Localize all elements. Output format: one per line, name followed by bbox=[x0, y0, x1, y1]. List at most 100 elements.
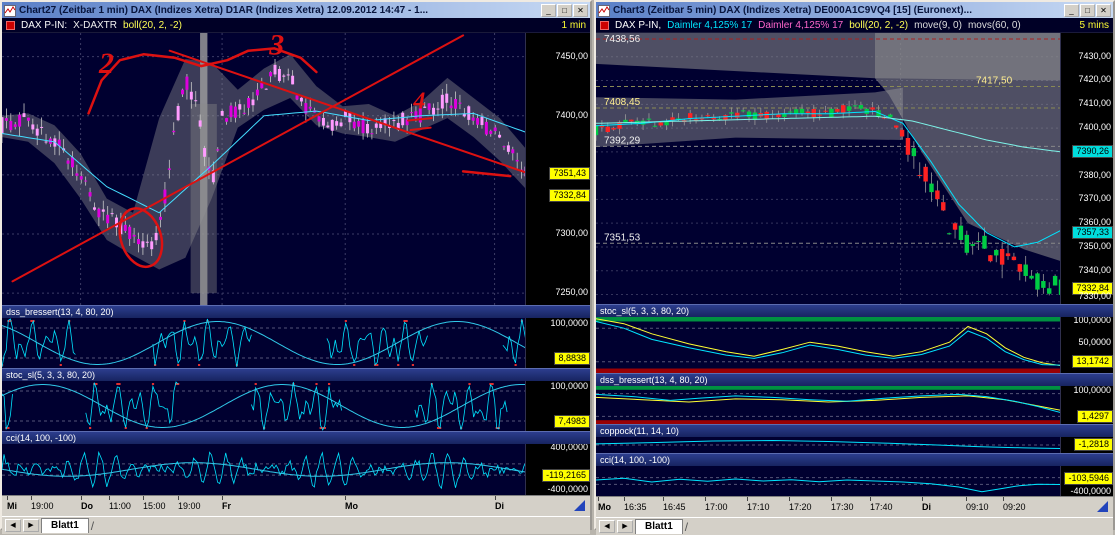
time-label: Di bbox=[495, 501, 504, 511]
axis-label: -1,2818 bbox=[1074, 438, 1113, 451]
indicator-name: stoc_sl(5, 3, 3, 80, 20) bbox=[6, 370, 96, 380]
indicator-header-coppock: coppock(11, 14, 10) bbox=[596, 424, 1113, 437]
indicator-header-cci: cci(14, 100, -100) bbox=[596, 453, 1113, 466]
time-label: 09:20 bbox=[1003, 502, 1026, 512]
tab-prev-button[interactable]: ◀ bbox=[599, 520, 615, 533]
instrument-icon bbox=[6, 20, 15, 30]
axis-label: -119,2165 bbox=[542, 469, 590, 482]
axis-label: 400,0000 bbox=[550, 444, 588, 452]
app-icon bbox=[4, 4, 16, 17]
corner-arrow-icon[interactable] bbox=[1097, 501, 1108, 512]
axis-label: -400,0000 bbox=[547, 484, 588, 494]
axis-label: 7420,00 bbox=[1078, 74, 1111, 84]
window-title: Chart3 (Zeitbar 5 min) DAX (Indizes Xetr… bbox=[613, 4, 972, 16]
svg-text:7351,53: 7351,53 bbox=[604, 232, 641, 243]
axis-tick bbox=[81, 496, 82, 500]
sheet-tab-blatt1[interactable]: Blatt1 bbox=[635, 519, 683, 534]
indicator-header-stoc: stoc_sl(5, 3, 3, 80, 20) bbox=[2, 368, 590, 381]
svg-text:7438,56: 7438,56 bbox=[604, 34, 641, 45]
axis-tick bbox=[789, 497, 790, 501]
price-chart[interactable]: 7438,56 7417,50 7408,45 7392,29 7351,53 bbox=[596, 33, 1061, 304]
axis-tick bbox=[495, 496, 496, 500]
indicator-chart-dss[interactable] bbox=[596, 386, 1061, 424]
time-label: 09:10 bbox=[966, 502, 989, 512]
axis-label: 7350,00 bbox=[1078, 241, 1111, 251]
indicator-chart-coppock[interactable] bbox=[596, 437, 1061, 453]
indicator-header-dss: dss_bressert(13, 4, 80, 20) bbox=[2, 305, 590, 318]
svg-text:4: 4 bbox=[412, 89, 425, 115]
svg-text:7392,29: 7392,29 bbox=[604, 135, 641, 146]
sheet-tab-blatt1[interactable]: Blatt1 bbox=[41, 518, 89, 533]
svg-text:7417,50: 7417,50 bbox=[976, 75, 1013, 86]
time-label: 16:35 bbox=[624, 502, 647, 512]
axis-label: 50,0000 bbox=[1078, 337, 1111, 347]
move-label: move(9, 0) bbox=[914, 19, 962, 31]
tab-divider: / bbox=[684, 519, 689, 534]
maximize-button[interactable]: □ bbox=[557, 3, 572, 17]
axis-label: -103,5946 bbox=[1064, 472, 1113, 485]
indicator-axis-stoc: 100,0000 50,0000 13,1742 bbox=[1060, 317, 1113, 373]
time-label: Fr bbox=[222, 501, 231, 511]
time-label: Do bbox=[81, 501, 93, 511]
close-button[interactable]: ✕ bbox=[573, 3, 588, 17]
axis-label: 100,0000 bbox=[550, 318, 588, 328]
price-chart[interactable]: 2 3 4 bbox=[2, 33, 526, 305]
time-label: 17:00 bbox=[705, 502, 728, 512]
tab-next-button[interactable]: ▶ bbox=[617, 520, 633, 533]
daimler-label-2: Daimler 4,125% 17 bbox=[758, 19, 844, 31]
indicator-chart-cci[interactable] bbox=[596, 466, 1061, 496]
axis-tick bbox=[178, 496, 179, 500]
indicator-header-dss: dss_bressert(13, 4, 80, 20) bbox=[596, 373, 1113, 386]
maximize-button[interactable]: □ bbox=[1080, 3, 1095, 17]
axis-label: 13,1742 bbox=[1072, 355, 1113, 368]
movs-label: movs(60, 0) bbox=[967, 19, 1021, 31]
close-button[interactable]: ✕ bbox=[1096, 3, 1111, 17]
time-axis: Mo 16:35 16:45 17:00 17:10 17:20 17:30 17:40 Di 0… bbox=[596, 496, 1113, 517]
indicator-chart-stoc[interactable] bbox=[2, 381, 526, 431]
time-label: 16:45 bbox=[663, 502, 686, 512]
axis-label: -400,0000 bbox=[1070, 486, 1111, 496]
axis-label: 7250,00 bbox=[555, 287, 588, 297]
time-label: Mo bbox=[345, 501, 358, 511]
tab-prev-button[interactable]: ◀ bbox=[5, 519, 21, 532]
axis-label: 7400,00 bbox=[1078, 122, 1111, 132]
axis-label: 7351,43 bbox=[549, 167, 590, 180]
timeframe-label: 1 min bbox=[561, 19, 586, 31]
axis-label: 7410,00 bbox=[1078, 98, 1111, 108]
minimize-button[interactable]: _ bbox=[541, 3, 556, 17]
time-label: 11:00 bbox=[109, 501, 131, 511]
svg-text:3: 3 bbox=[268, 33, 284, 61]
tab-next-button[interactable]: ▶ bbox=[23, 519, 39, 532]
corner-arrow-icon[interactable] bbox=[574, 500, 585, 511]
time-label: 15:00 bbox=[143, 501, 166, 511]
time-label: 19:00 bbox=[178, 501, 201, 511]
indicator-chart-stoc[interactable] bbox=[596, 317, 1061, 373]
minimize-button[interactable]: _ bbox=[1064, 3, 1079, 17]
indicator-chart-cci[interactable] bbox=[2, 444, 526, 495]
axis-label: 7450,00 bbox=[555, 51, 588, 61]
indicator-axis-coppock: -1,2818 bbox=[1060, 437, 1113, 453]
axis-tick bbox=[870, 497, 871, 501]
axis-tick bbox=[143, 496, 144, 500]
chart-legend: DAX P-IN: X-DAXTR boll(20, 2, -2) 1 min bbox=[2, 18, 590, 33]
tab-divider: / bbox=[90, 518, 95, 533]
app-icon bbox=[598, 4, 610, 17]
indicator-chart-dss[interactable] bbox=[2, 318, 526, 368]
time-label: 17:10 bbox=[747, 502, 770, 512]
axis-tick bbox=[7, 496, 8, 500]
indicator-axis-dss: 100,0000 1,4297 bbox=[1060, 386, 1113, 424]
timeframe-label: 5 mins bbox=[1079, 19, 1109, 31]
sheet-tabbar: ◀ ▶ Blatt1 / bbox=[2, 516, 590, 534]
indicator-header-cci: cci(14, 100, -100) bbox=[2, 431, 590, 444]
titlebar[interactable]: Chart3 (Zeitbar 5 min) DAX (Indizes Xetr… bbox=[596, 2, 1113, 18]
axis-tick bbox=[109, 496, 110, 500]
axis-tick bbox=[922, 497, 923, 501]
axis-label: 7390,26 bbox=[1072, 145, 1113, 158]
sheet-tabbar: ◀ ▶ Blatt1 / bbox=[596, 517, 1113, 535]
axis-tick bbox=[747, 497, 748, 501]
indicator-axis-stoc: 100,0000 7,4983 bbox=[525, 381, 590, 431]
time-axis: Mi 19:00 Do 11:00 15:00 19:00 Fr Mo Di bbox=[2, 495, 590, 516]
indicator-name: cci(14, 100, -100) bbox=[6, 433, 77, 443]
time-label: 17:20 bbox=[789, 502, 812, 512]
titlebar[interactable]: Chart27 (Zeitbar 1 min) DAX (Indizes Xet… bbox=[2, 2, 590, 18]
